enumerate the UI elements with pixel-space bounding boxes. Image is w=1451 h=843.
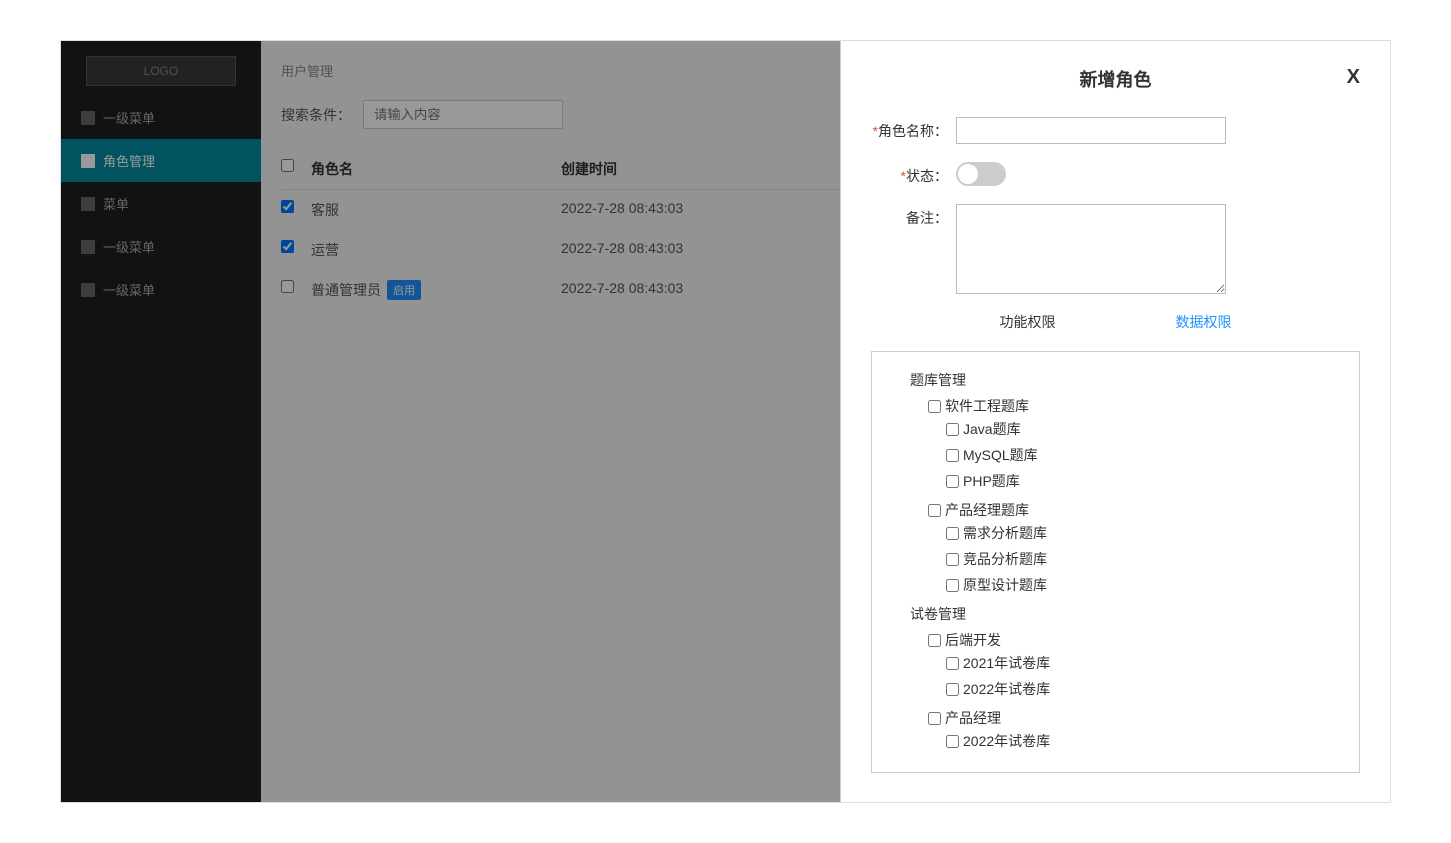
remark-textarea[interactable] — [956, 204, 1226, 294]
tree-checkbox[interactable] — [928, 400, 941, 413]
tree-checkbox[interactable] — [946, 735, 959, 748]
tree-item-label: 产品经理 — [945, 708, 1001, 728]
tree-item[interactable]: 需求分析题库 — [946, 523, 1339, 543]
tree-checkbox[interactable] — [946, 579, 959, 592]
tree-item[interactable]: 2021年试卷库 — [946, 653, 1339, 673]
tree-item[interactable]: 产品经理 — [928, 708, 1339, 728]
tree-checkbox[interactable] — [928, 634, 941, 647]
tree-item-label: 竞品分析题库 — [963, 549, 1047, 569]
tree-checkbox[interactable] — [946, 475, 959, 488]
tree-category: 题库管理 — [910, 367, 1339, 393]
tree-item-label: 需求分析题库 — [963, 523, 1047, 543]
tree-item-label: 产品经理题库 — [945, 500, 1029, 520]
tree-item[interactable]: 后端开发 — [928, 630, 1339, 650]
tree-item-label: 后端开发 — [945, 630, 1001, 650]
tab-function-permission[interactable]: 功能权限 — [1000, 312, 1056, 336]
tree-checkbox[interactable] — [946, 657, 959, 670]
tree-category: 试卷管理 — [910, 601, 1339, 627]
tree-item-label: MySQL题库 — [963, 445, 1038, 465]
tree-item-label: 软件工程题库 — [945, 396, 1029, 416]
tree-item[interactable]: 软件工程题库 — [928, 396, 1339, 416]
dialog-title: 新增角色 — [1080, 70, 1152, 90]
close-icon[interactable]: X — [1347, 66, 1360, 89]
status-toggle[interactable] — [956, 162, 1006, 186]
tree-item-label: 2022年试卷库 — [963, 731, 1050, 751]
tree-checkbox[interactable] — [946, 449, 959, 462]
tree-checkbox[interactable] — [946, 423, 959, 436]
tree-item-label: 2021年试卷库 — [963, 653, 1050, 673]
tree-item[interactable]: 原型设计题库 — [946, 575, 1339, 595]
tree-item[interactable]: MySQL题库 — [946, 445, 1339, 465]
tree-item[interactable]: 2022年试卷库 — [946, 731, 1339, 751]
role-name-label: *角色名称： — [871, 117, 956, 141]
tree-item[interactable]: 2022年试卷库 — [946, 679, 1339, 699]
tree-item-label: Java题库 — [963, 419, 1021, 439]
tree-checkbox[interactable] — [946, 683, 959, 696]
toggle-knob — [958, 164, 978, 184]
tree-item[interactable]: PHP题库 — [946, 471, 1339, 491]
tree-item-label: 2022年试卷库 — [963, 679, 1050, 699]
tree-item-label: 原型设计题库 — [963, 575, 1047, 595]
status-label: *状态： — [871, 162, 956, 186]
tree-item-label: PHP题库 — [963, 471, 1020, 491]
tree-item[interactable]: 竞品分析题库 — [946, 549, 1339, 569]
permission-tabs: 功能权限 数据权限 — [871, 312, 1360, 336]
add-role-dialog: 新增角色 X *角色名称： *状态： 备注： 功能权限 数据权限 题库管理软件工… — [840, 41, 1390, 802]
tree-checkbox[interactable] — [946, 527, 959, 540]
tree-checkbox[interactable] — [928, 504, 941, 517]
permission-tree: 题库管理软件工程题库 Java题库 MySQL题库 PHP题库产品经理题库需求分析题库… — [871, 351, 1360, 773]
tree-checkbox[interactable] — [928, 712, 941, 725]
role-name-input[interactable] — [956, 117, 1226, 144]
tree-item[interactable]: 产品经理题库 — [928, 500, 1339, 520]
tab-data-permission[interactable]: 数据权限 — [1176, 312, 1232, 336]
tree-item[interactable]: Java题库 — [946, 419, 1339, 439]
remark-label: 备注： — [871, 204, 956, 228]
tree-checkbox[interactable] — [946, 553, 959, 566]
